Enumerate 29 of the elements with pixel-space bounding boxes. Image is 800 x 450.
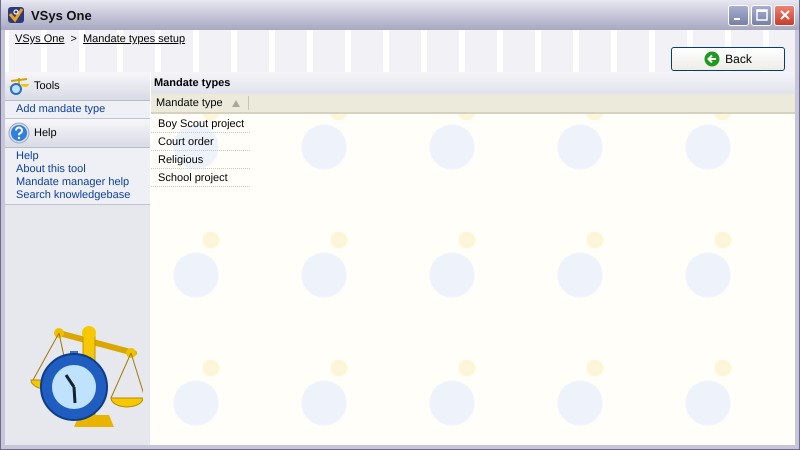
column-header[interactable]: Mandate type xyxy=(151,96,249,110)
section-title: Help xyxy=(34,127,57,139)
breadcrumb-link[interactable]: Mandate types setup xyxy=(82,33,186,45)
minimize-button[interactable] xyxy=(728,4,749,26)
table-cell: School project xyxy=(151,169,250,187)
maximize-icon xyxy=(756,9,768,21)
arrow-left-icon xyxy=(704,51,720,67)
breadcrumb-separator: > xyxy=(70,33,77,45)
table-cell: Religious xyxy=(151,151,250,169)
close-button[interactable] xyxy=(774,4,795,26)
close-icon xyxy=(778,9,790,21)
minimize-icon xyxy=(734,18,740,20)
column-title: Mandate type xyxy=(156,97,223,109)
table-cell: Boy Scout project xyxy=(151,115,250,133)
window-title: VSys One xyxy=(31,8,93,22)
table-cell: Court order xyxy=(151,133,250,151)
app-logo-icon xyxy=(7,6,25,24)
sidebar-link[interactable]: About this tool xyxy=(16,163,86,176)
scale-clock-icon xyxy=(8,75,30,97)
help-icon xyxy=(8,122,30,144)
maximize-button[interactable] xyxy=(751,4,772,26)
breadcrumb-link[interactable]: VSys One xyxy=(15,33,65,45)
sidebar-link[interactable]: Search knowledgebase xyxy=(16,189,130,202)
back-button[interactable]: Back xyxy=(671,47,785,71)
sidebar-link[interactable]: Help xyxy=(16,150,39,163)
panel-title: Mandate types xyxy=(151,72,795,94)
section-title: Tools xyxy=(34,80,60,92)
sidebar-link[interactable]: Mandate manager help xyxy=(16,176,130,189)
sidebar-link[interactable]: Add mandate type xyxy=(16,103,106,116)
